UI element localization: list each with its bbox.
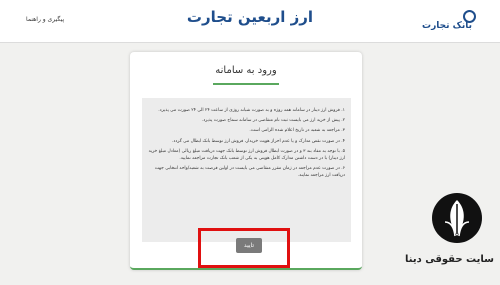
rule-item: ۴. در صورت نقص مدارک و یا عدم احراز هویت… bbox=[171, 138, 345, 144]
rule-item: ۵. با توجه به مفاد بند ۳ و در صورت ابطال… bbox=[148, 148, 345, 162]
watermark-caption: سایت حقوقی دینا bbox=[405, 254, 494, 265]
highlight-annotation bbox=[198, 228, 290, 268]
quill-seal-icon bbox=[432, 193, 482, 243]
rule-item: ۶. در صورت عدم مراجعه در زمان مقرر متقاض… bbox=[154, 166, 345, 179]
rule-item: ۲. پیش از خرید ارز می بایست ثبت نام متقا… bbox=[201, 118, 345, 124]
bank-logo-text: بانک تجارت bbox=[422, 21, 472, 31]
top-header: پیگیری و راهنما ارز اربعین تجارت بانک تج… bbox=[0, 0, 500, 43]
bank-logo: بانک تجارت bbox=[422, 10, 476, 36]
rules-box[interactable]: ۱. فروش ارز دینار در سامانه همه روزه و ب… bbox=[142, 98, 351, 242]
rule-item: ۳. مراجعه به شعبه در تاریخ اعلام شده الز… bbox=[249, 128, 345, 134]
rule-item: ۱. فروش ارز دینار در سامانه همه روزه و ب… bbox=[158, 108, 345, 113]
watermark: سایت حقوقی دینا bbox=[405, 192, 494, 280]
title-underline bbox=[213, 83, 279, 85]
card-title: ورود به سامانه bbox=[215, 65, 277, 76]
